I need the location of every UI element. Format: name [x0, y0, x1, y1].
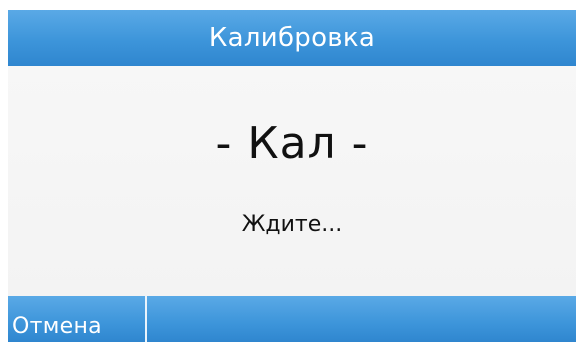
page-title: Калибровка	[208, 23, 376, 53]
calibration-status: - Кал -	[215, 118, 369, 169]
empty-softkey-area	[147, 296, 576, 342]
wait-message: Ждите...	[241, 212, 343, 237]
softkey-bar: Отмена	[8, 296, 576, 342]
status-panel: - Кал - Ждите...	[8, 66, 576, 296]
header-bar: Калибровка	[8, 10, 576, 66]
cancel-button-label: Отмена	[12, 314, 102, 339]
calibration-screen: Калибровка - Кал - Ждите... Отмена	[0, 0, 576, 342]
cancel-button[interactable]: Отмена	[8, 296, 147, 342]
